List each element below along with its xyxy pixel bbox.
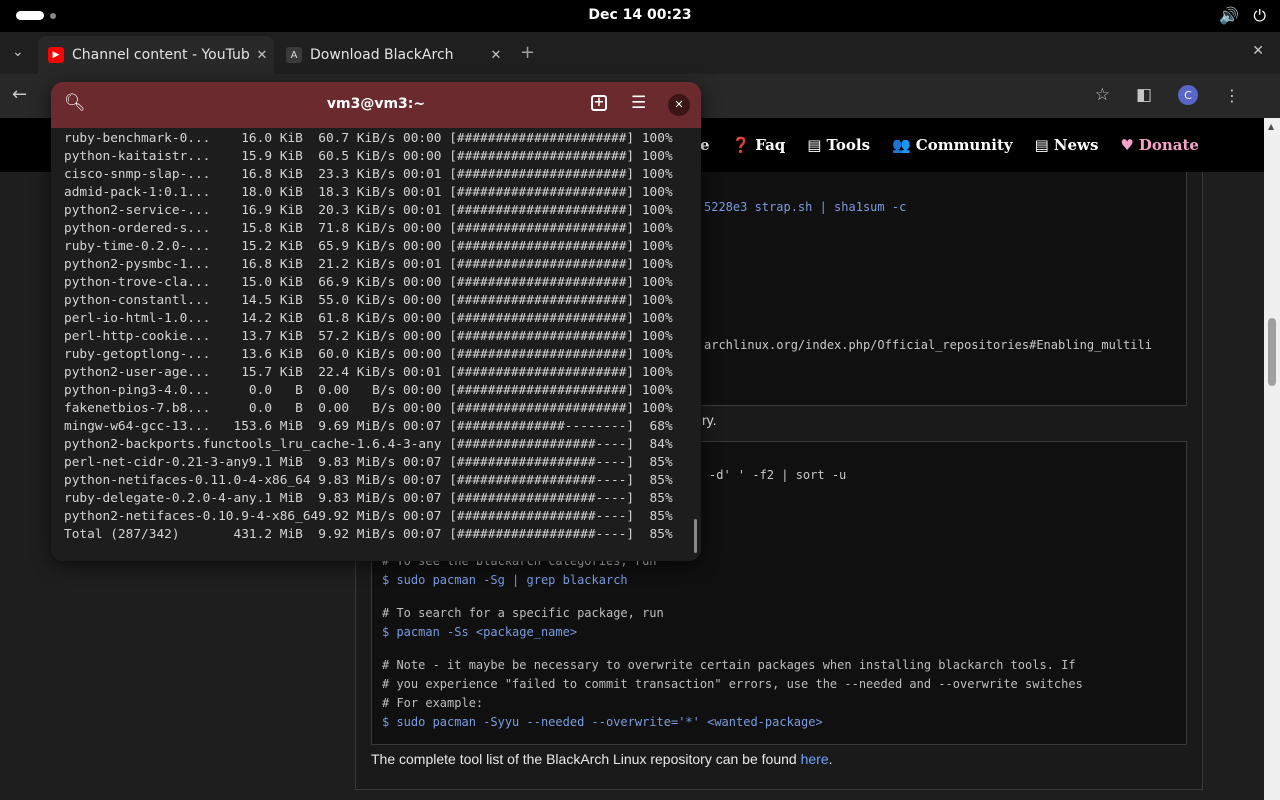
terminal-line: Total (287/342) 431.2 MiB 9.92 MiB/s 00:… <box>64 527 673 542</box>
code-line: $ sudo pacman -Syyu --needed --overwrite… <box>382 715 823 729</box>
nav-item-donate[interactable]: ♥ Donate <box>1120 136 1199 154</box>
code-fragment: archlinux.org/index.php/Official_reposit… <box>704 338 1152 352</box>
terminal-line: python2-service-... 16.9 KiB 20.3 KiB/s … <box>64 203 673 218</box>
profile-avatar[interactable]: C <box>1178 85 1198 105</box>
new-tab-button[interactable]: + <box>520 42 535 63</box>
tool-list-paragraph: The complete tool list of the BlackArch … <box>371 751 833 767</box>
tab-title: Channel content - YouTube <box>72 47 250 63</box>
blackarch-icon: A <box>286 47 302 63</box>
code-fragment: -d' ' -f2 | sort -u <box>709 468 847 482</box>
code-line: # To search for a specific package, run <box>382 606 664 620</box>
nav-item-faq[interactable]: ❓ Faq <box>732 136 786 154</box>
code-line: # you experience "failed to commit trans… <box>382 677 1083 691</box>
terminal-line: python-trove-cla... 15.0 KiB 66.9 KiB/s … <box>64 275 673 290</box>
terminal-line: ruby-delegate-0.2.0-4-any.1 MiB 9.83 MiB… <box>64 491 673 506</box>
nav-label: Community <box>915 136 1013 154</box>
terminal-line: perl-http-cookie... 13.7 KiB 57.2 KiB/s … <box>64 329 673 344</box>
nav-item-news[interactable]: ▤ News <box>1035 136 1099 154</box>
code-line: $ pacman -Ss <package_name> <box>382 625 578 639</box>
terminal-line: perl-io-html-1.0... 14.2 KiB 61.8 KiB/s … <box>64 311 673 326</box>
window-close-icon[interactable]: ✕ <box>1252 43 1264 59</box>
paragraph-text: The complete tool list of the BlackArch … <box>371 751 801 767</box>
terminal-line: python-kaitaistr... 15.9 KiB 60.5 KiB/s … <box>64 149 673 164</box>
terminal-window[interactable]: 🔍︎ vm3@vm3:~ + ☰ ✕ ruby-benchmark-0... 1… <box>51 82 701 561</box>
clock[interactable]: Dec 14 00:23 <box>0 7 1280 23</box>
code-lines: # To see the blackarch categories, run $ … <box>382 554 1083 734</box>
page-scrollbar[interactable]: ▲ <box>1264 118 1280 800</box>
terminal-line: python2-pysmbc-1... 16.8 KiB 21.2 KiB/s … <box>64 257 673 272</box>
here-link[interactable]: here <box>801 751 829 767</box>
terminal-line: python-netifaces-0.11.0-4-x86_64 9.83 Mi… <box>64 473 673 488</box>
tab-title: Download BlackArch <box>310 47 454 63</box>
paragraph-fragment: ry. <box>702 412 717 428</box>
terminal-line: python-ordered-s... 15.8 KiB 71.8 KiB/s … <box>64 221 673 236</box>
terminal-header-bar[interactable]: 🔍︎ vm3@vm3:~ + ☰ ✕ <box>51 82 701 128</box>
terminal-line: cisco-snmp-slap-... 16.8 KiB 23.3 KiB/s … <box>64 167 673 182</box>
nav-item-community[interactable]: 👥 Community <box>892 136 1013 154</box>
terminal-line: mingw-w64-gcc-13... 153.6 MiB 9.69 MiB/s… <box>64 419 673 434</box>
nav-label: Tools <box>826 136 871 154</box>
toolbar-actions: ☆ ◧ C ⋮ <box>1095 85 1240 105</box>
tab-youtube[interactable]: ▶ Channel content - YouTube ✕ <box>38 36 274 74</box>
paragraph-end: . <box>828 751 833 767</box>
close-icon[interactable]: ✕ <box>668 94 690 116</box>
terminal-line: ruby-benchmark-0... 16.0 KiB 60.7 KiB/s … <box>64 131 673 146</box>
heart-icon: ♥ <box>1120 136 1134 154</box>
list-icon: ▤ <box>807 136 822 154</box>
more-menu-icon[interactable]: ⋮ <box>1224 86 1240 105</box>
new-tab-icon[interactable]: + <box>591 95 607 111</box>
tab-search-chevron-icon[interactable]: ⌄ <box>12 44 24 60</box>
nav-label: Faq <box>755 136 786 154</box>
terminal-line: python2-netifaces-0.10.9-4-x86_649.92 Mi… <box>64 509 673 524</box>
nav-label: Donate <box>1138 136 1199 154</box>
power-icon[interactable]: ⏻ <box>1253 6 1266 26</box>
terminal-line: fakenetbios-7.b8... 0.0 B 0.00 B/s 00:00… <box>64 401 673 416</box>
side-panel-icon[interactable]: ◧ <box>1136 85 1152 105</box>
back-arrow-icon[interactable]: ← <box>12 84 27 105</box>
hamburger-menu-icon[interactable]: ☰ <box>631 93 646 113</box>
code-line: # Note - it maybe be necessary to overwr… <box>382 658 1076 672</box>
nav-item-partial[interactable]: e <box>700 136 710 154</box>
tab-blackarch[interactable]: A Download BlackArch ✕ <box>276 36 508 74</box>
scroll-up-arrow-icon[interactable]: ▲ <box>1268 122 1274 131</box>
nav-label: News <box>1053 136 1099 154</box>
volume-icon[interactable]: 🔊 <box>1219 6 1239 26</box>
code-line: # For example: <box>382 696 484 710</box>
terminal-line: ruby-time-0.2.0-... 15.2 KiB 65.9 KiB/s … <box>64 239 673 254</box>
nav-item-tools[interactable]: ▤ Tools <box>807 136 870 154</box>
terminal-line: perl-net-cidr-0.21-3-any9.1 MiB 9.83 MiB… <box>64 455 673 470</box>
terminal-line: python-constantl... 14.5 KiB 55.0 KiB/s … <box>64 293 673 308</box>
terminal-line: admid-pack-1:0.1... 18.0 KiB 18.3 KiB/s … <box>64 185 673 200</box>
users-icon: 👥 <box>892 136 911 154</box>
site-nav-links: e ❓ Faq ▤ Tools 👥 Community ▤ News ♥ Donate <box>700 118 1199 172</box>
bookmark-star-icon[interactable]: ☆ <box>1095 85 1110 105</box>
terminal-output[interactable]: ruby-benchmark-0... 16.0 KiB 60.7 KiB/s … <box>64 130 694 544</box>
terminal-line: python2-user-age... 15.7 KiB 22.4 KiB/s … <box>64 365 673 380</box>
close-tab-icon[interactable]: ✕ <box>484 48 508 63</box>
code-line: $ sudo pacman -Sg | grep blackarch <box>382 573 628 587</box>
terminal-line: ruby-getoptlong-... 13.6 KiB 60.0 KiB/s … <box>64 347 673 362</box>
close-tab-icon[interactable]: ✕ <box>250 48 274 63</box>
question-icon: ❓ <box>731 136 751 154</box>
code-fragment: 5228e3 strap.sh | sha1sum -c <box>704 200 907 214</box>
terminal-scrollbar[interactable] <box>694 519 697 553</box>
system-tray[interactable]: 🔊 ⏻ <box>1219 6 1266 26</box>
newspaper-icon: ▤ <box>1034 136 1049 154</box>
scrollbar-thumb[interactable] <box>1268 318 1276 386</box>
terminal-line: python-ping3-4.0... 0.0 B 0.00 B/s 00:00… <box>64 383 673 398</box>
terminal-line: python2-backports.functools_lru_cache-1.… <box>64 437 673 452</box>
system-top-bar: Dec 14 00:23 🔊 ⏻ <box>0 0 1280 32</box>
youtube-icon: ▶ <box>48 47 64 63</box>
browser-tab-strip: ⌄ ▶ Channel content - YouTube ✕ A Downlo… <box>0 32 1280 74</box>
